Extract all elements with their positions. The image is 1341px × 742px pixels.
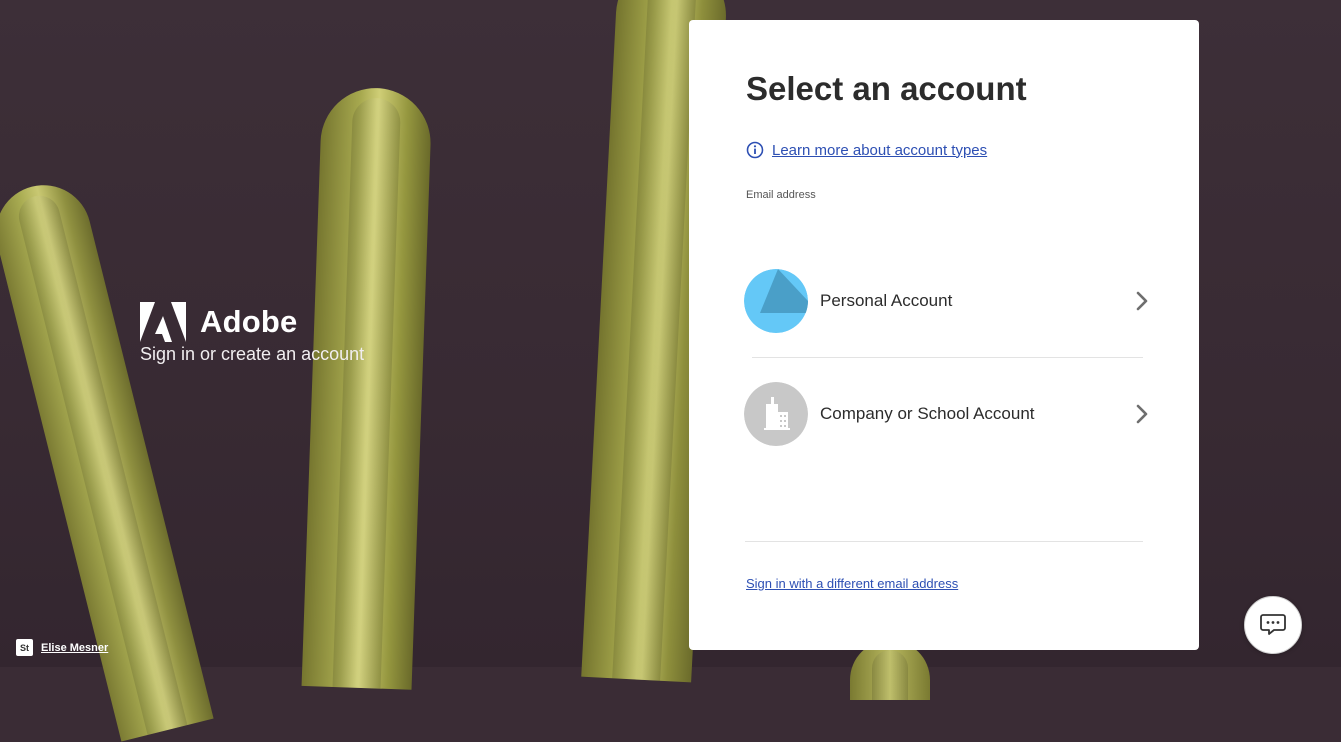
brand-subtitle: Sign in or create an account xyxy=(140,344,365,364)
page-title: Select an account xyxy=(746,70,1027,107)
adobe-stock-badge: St xyxy=(16,639,33,656)
chat-icon xyxy=(1260,614,1286,635)
photo-credit: St Elise Mesner xyxy=(16,639,108,656)
divider xyxy=(752,357,1143,358)
divider xyxy=(745,541,1143,542)
personal-account-icon xyxy=(744,269,808,333)
company-school-account-option[interactable]: Company or School Account xyxy=(744,381,1154,447)
cactus-left xyxy=(0,175,214,742)
chevron-right-icon xyxy=(1136,291,1148,311)
photographer-link[interactable]: Elise Mesner xyxy=(41,642,108,654)
brand-name: Adobe xyxy=(200,304,298,339)
learn-more-row: Learn more about account types xyxy=(746,141,987,159)
brand-block: Adobe Sign in or create an account xyxy=(140,302,364,365)
company-school-account-label: Company or School Account xyxy=(820,404,1035,423)
email-address-label: Email address xyxy=(746,189,816,201)
personal-account-option[interactable]: Personal Account xyxy=(744,268,1154,334)
different-email-link[interactable]: Sign in with a different email address xyxy=(746,576,958,591)
chat-button[interactable] xyxy=(1244,596,1302,654)
cactus-middle xyxy=(301,86,433,690)
building-icon xyxy=(744,382,808,446)
learn-more-link[interactable]: Learn more about account types xyxy=(772,142,987,159)
account-select-card: Select an account Learn more about accou… xyxy=(689,20,1199,650)
adobe-logo-icon xyxy=(140,302,186,342)
chevron-right-icon xyxy=(1136,404,1148,424)
info-icon xyxy=(746,141,764,159)
personal-account-label: Personal Account xyxy=(820,291,953,310)
